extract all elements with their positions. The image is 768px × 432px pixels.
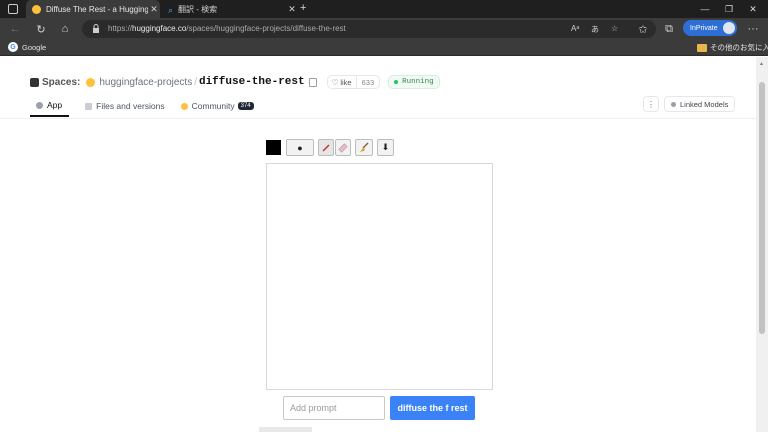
url-text: https://huggingface.co/spaces/huggingfac… [108,24,346,33]
favorites-bar: G Google その他のお気に入り [0,40,768,56]
community-count-badge: 374 [237,102,254,110]
color-picker[interactable] [266,140,281,155]
linked-models-label: Linked Models [680,99,729,109]
restore-button[interactable]: ❐ [716,0,742,18]
org-avatar-icon [86,77,96,87]
linked-models-icon [671,101,676,107]
home-icon[interactable]: ⌂ [56,20,74,38]
tab-label: App [47,100,63,110]
settings-more-icon[interactable]: ··· [744,20,762,38]
avatar [723,22,735,34]
refresh-icon[interactable]: ↻ [32,20,50,38]
files-icon [85,102,93,110]
collections-icon[interactable]: ⧉ [660,20,678,38]
tab-community[interactable]: Community 374 [180,95,254,117]
repo-name[interactable]: diffuse-the-rest [199,76,305,88]
other-favorites[interactable]: その他のお気に入り [697,42,768,53]
heart-icon: ♡ [331,77,339,87]
spaces-label[interactable]: Spaces: [42,77,80,88]
tab-files[interactable]: Files and versions [85,95,165,117]
output-area-edge [259,427,312,432]
scrollbar-thumb[interactable] [759,82,765,334]
community-icon [180,102,188,110]
diffuse-button[interactable]: diffuse the f rest [390,396,475,420]
other-favorites-label: その他のお気に入り [710,43,768,52]
lock-icon [93,24,99,33]
tab-title: 翻訳 - 検索 [178,4,218,14]
tab-title: Diffuse The Rest - a Hugging Fa [46,4,148,14]
back-icon[interactable]: ← [6,20,24,38]
google-icon: G [8,42,18,52]
eraser-icon [338,142,348,153]
browser-tab-active[interactable]: Diffuse The Rest - a Hugging Fa ✕ [26,0,160,18]
spaces-icon [30,77,39,87]
download-button[interactable]: ⬇ [377,139,394,156]
more-options-button[interactable]: ⋮ [643,96,659,112]
status-badge: Running [388,75,440,89]
space-tabs: App Files and versions Community 374 [30,95,270,119]
tab-label: Files and versions [96,101,165,111]
clear-canvas-button[interactable] [355,139,373,156]
like-button[interactable]: ♡ like 633 [326,75,381,89]
breadcrumb: Spaces: huggingface-projects / diffuse-t… [30,75,440,89]
minimize-button[interactable]: — [692,0,718,18]
like-count: 633 [361,77,375,87]
status-text: Running [402,78,434,86]
close-tab-icon[interactable]: ✕ [148,4,160,15]
tab-actions-icon[interactable] [8,4,18,14]
new-tab-button[interactable]: + [300,2,306,14]
browser-tab[interactable]: ⌕ 翻訳 - 検索 ✕ [162,0,298,18]
translate-icon[interactable]: あ [591,24,599,35]
eraser-tool-button[interactable] [335,139,351,156]
huggingface-favicon-icon [32,4,41,14]
linked-models-button[interactable]: Linked Models [664,96,736,112]
app-icon [36,101,43,109]
close-window-button[interactable]: ✕ [740,0,766,18]
scroll-up-icon[interactable]: ▲ [759,61,764,67]
org-link[interactable]: huggingface-projects [99,77,192,88]
brush-size-button[interactable]: ● [286,139,314,156]
copy-icon[interactable] [308,77,317,87]
breadcrumb-separator: / [194,76,197,88]
favorite-label: Google [22,42,47,52]
browser-toolbar: ← ↻ ⌂ https://huggingface.co/spaces/hugg… [0,18,768,40]
space-header: Spaces: huggingface-projects / diffuse-t… [0,57,756,119]
browser-tab-strip: Diffuse The Rest - a Hugging Fa ✕ ⌕ 翻訳 -… [0,0,768,18]
address-bar[interactable]: https://huggingface.co/spaces/huggingfac… [82,20,656,38]
favorite-star-icon[interactable]: ☆ [611,24,618,33]
brush-tool-button[interactable] [318,139,334,156]
inprivate-button[interactable]: InPrivate [683,20,737,36]
tab-label: Community [191,101,235,111]
favorite-google[interactable]: G Google [8,42,46,52]
broom-icon [359,142,368,152]
prompt-input[interactable] [283,396,385,420]
brush-icon [322,143,330,152]
read-aloud-icon[interactable]: Aᵃ [571,24,579,33]
like-label: like [340,77,352,87]
close-tab-icon[interactable]: ✕ [286,4,298,15]
page-scrollbar[interactable]: ▲ [756,57,768,432]
folder-icon [697,43,707,52]
drawing-canvas[interactable] [266,163,493,390]
inprivate-label: InPrivate [690,24,718,32]
status-dot-icon [394,80,399,84]
favorites-icon[interactable]: ✩ [634,20,652,38]
tab-app[interactable]: App [30,95,70,117]
search-favicon-icon: ⌕ [168,4,174,15]
